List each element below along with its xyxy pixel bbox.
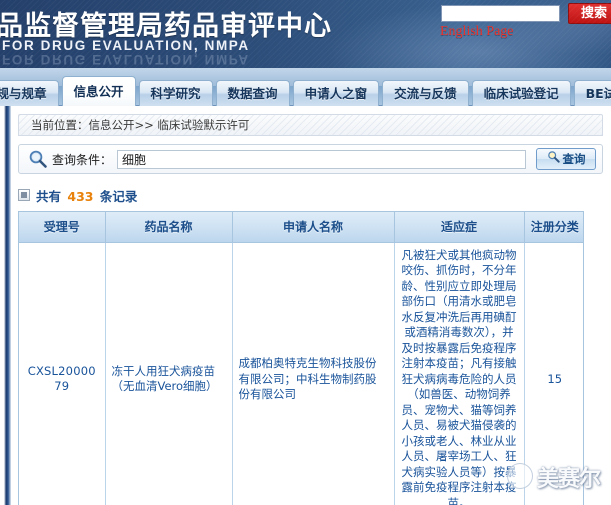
magnifier-icon: [28, 149, 48, 169]
nav-tab-2[interactable]: 科学研究: [138, 80, 213, 106]
nav-tab-4[interactable]: 申请人之窗: [292, 80, 380, 106]
col-header-applicant[interactable]: 申请人名称: [232, 212, 395, 243]
nav-tab-0[interactable]: 法规与规章: [0, 80, 59, 106]
result-count-text: 共有 433 条记录: [36, 186, 137, 205]
list-icon: [18, 189, 30, 201]
left-decorative-rail: [4, 106, 11, 505]
page-root: 品监督管理局药品审评中心 FOR DRUG EVALUATION, NMPA F…: [0, 0, 611, 505]
page-body: 当前位置：信息公开>> 临床试验默示许可 查询条件： 细胞 查询 共有 433 …: [0, 106, 611, 505]
results-table: 受理号 药品名称 申请人名称 适应症 注册分类 CXSL2000079 冻干人用狂…: [19, 212, 583, 505]
col-header-indication[interactable]: 适应症: [394, 212, 525, 243]
cell-classification: 15: [524, 242, 583, 505]
nav-tab-3[interactable]: 数据查询: [215, 80, 290, 106]
cell-drug-name: 冻干人用狂犬病疫苗（无血清Vero细胞）: [105, 242, 233, 505]
content-column: 当前位置：信息公开>> 临床试验默示许可 查询条件： 细胞 查询 共有 433 …: [18, 114, 603, 505]
nav-tab-7[interactable]: BE试验备案平: [573, 80, 611, 106]
col-header-code[interactable]: 受理号: [19, 212, 106, 243]
table-row[interactable]: CXSL2000079 冻干人用狂犬病疫苗（无血清Vero细胞） 成都柏奥特克生物科…: [19, 242, 583, 505]
breadcrumb-text: 当前位置：信息公开>> 临床试验默示许可: [31, 118, 250, 132]
count-value: 433: [67, 188, 94, 204]
magnifier-icon: [547, 150, 560, 168]
query-submit-button[interactable]: 查询: [536, 148, 596, 170]
header-search-input[interactable]: [441, 5, 560, 22]
results-table-wrapper: 受理号 药品名称 申请人名称 适应症 注册分类 CXSL2000079 冻干人用狂…: [18, 211, 584, 505]
header-search-button[interactable]: 搜索: [568, 3, 611, 24]
col-header-drug[interactable]: 药品名称: [105, 212, 233, 243]
table-header-row: 受理号 药品名称 申请人名称 适应症 注册分类: [19, 212, 583, 243]
query-input[interactable]: [117, 149, 526, 169]
english-page-link[interactable]: English Page: [440, 24, 514, 40]
nav-tab-list: 法规与规章信息公开科学研究数据查询申请人之窗交流与反馈临床试验登记BE试验备案平: [0, 70, 611, 106]
cell-indication: 凡被狂犬或其他疯动物咬伤、抓伤时，不分年龄、性别应立即处理局部伤口（用清水或肥皂…: [394, 242, 525, 505]
site-header-banner: 品监督管理局药品审评中心 FOR DRUG EVALUATION, NMPA F…: [0, 0, 611, 68]
query-bar: 查询条件： 查询: [18, 144, 603, 174]
nav-tab-1[interactable]: 信息公开: [61, 76, 136, 106]
main-navigation: 法规与规章信息公开科学研究数据查询申请人之窗交流与反馈临床试验登记BE试验备案平: [0, 68, 611, 106]
table-head: 受理号 药品名称 申请人名称 适应症 注册分类: [19, 212, 583, 243]
cell-applicant: 成都柏奥特克生物科技股份有限公司；中科生物制药股份有限公司: [232, 242, 395, 505]
site-title-en-reflection: FOR DRUG EVALUATION, NMPA: [2, 52, 250, 67]
col-header-classification[interactable]: 注册分类: [524, 212, 583, 243]
nav-tab-5[interactable]: 交流与反馈: [382, 80, 469, 106]
breadcrumb: 当前位置：信息公开>> 临床试验默示许可: [18, 114, 603, 136]
result-count-line: 共有 433 条记录: [18, 186, 603, 205]
count-prefix: 共有: [36, 188, 62, 204]
nav-tab-6[interactable]: 临床试验登记: [471, 80, 571, 106]
cell-code: CXSL2000079: [19, 242, 106, 505]
table-body: CXSL2000079 冻干人用狂犬病疫苗（无血清Vero细胞） 成都柏奥特克生物科…: [19, 242, 583, 505]
query-label: 查询条件：: [52, 152, 113, 167]
query-submit-label: 查询: [562, 152, 586, 166]
count-suffix: 条记录: [99, 188, 138, 204]
site-title-en: FOR DRUG EVALUATION, NMPA: [2, 38, 250, 53]
